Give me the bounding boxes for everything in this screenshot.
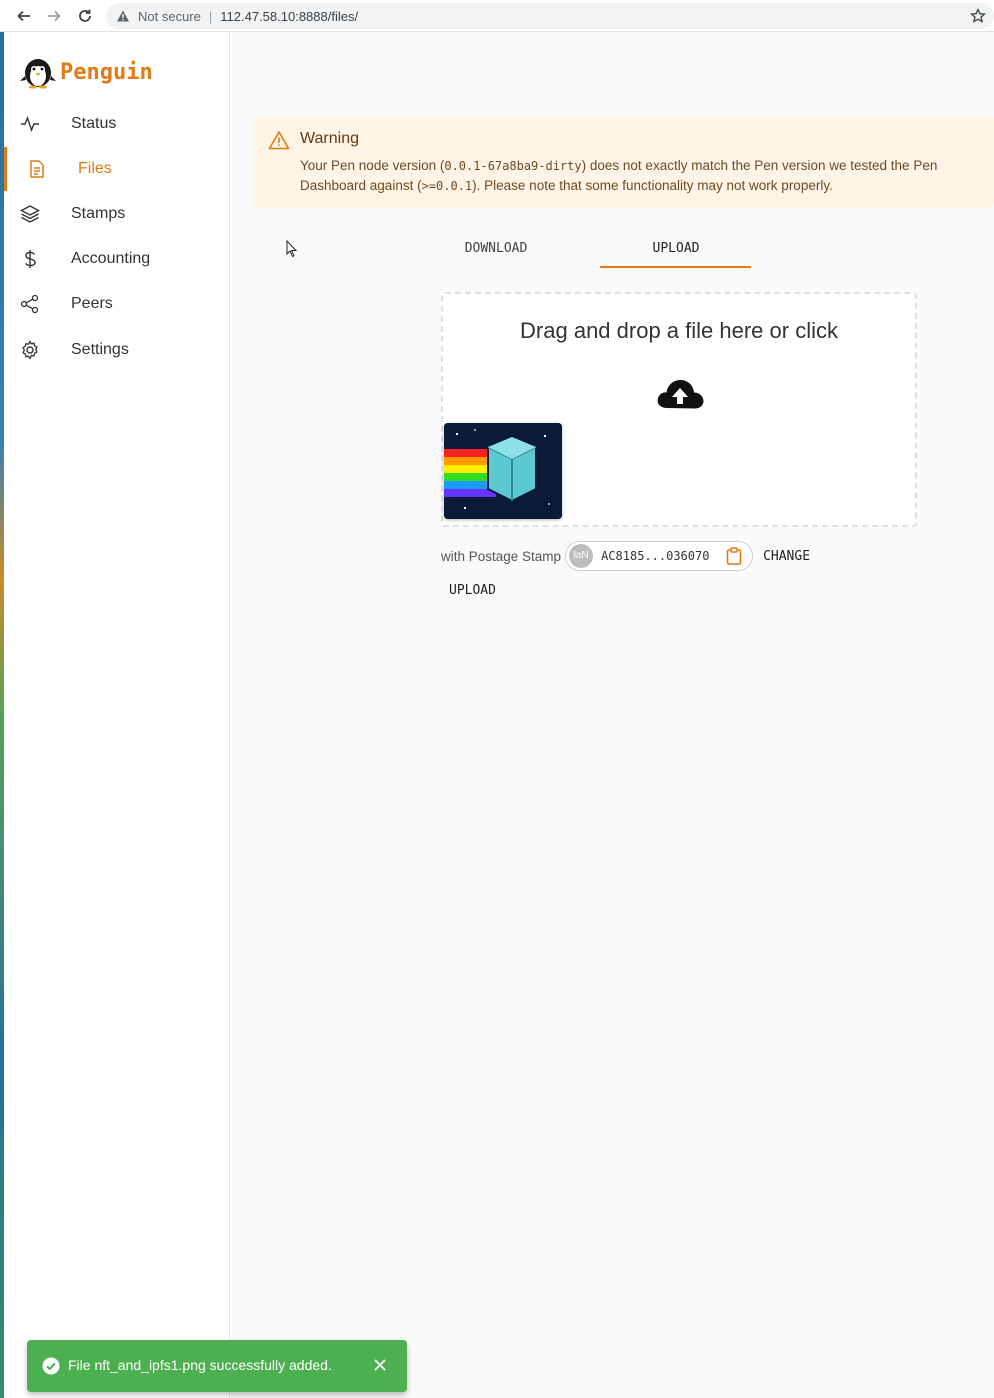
success-snackbar: File nft_and_ipfs1.png successfully adde… bbox=[27, 1340, 407, 1392]
sidebar-item-label: Settings bbox=[71, 341, 129, 358]
arrow-right-icon bbox=[48, 10, 61, 22]
layers-icon bbox=[20, 205, 40, 223]
back-button[interactable] bbox=[9, 1, 39, 31]
stamp-id: AC8185...036070 bbox=[601, 549, 710, 563]
file-icon bbox=[30, 160, 44, 178]
active-tab-indicator bbox=[600, 266, 751, 268]
reload-button[interactable] bbox=[70, 1, 100, 31]
sidebar-item-label: Accounting bbox=[71, 250, 151, 267]
not-secure-warning-icon[interactable] bbox=[116, 9, 130, 23]
gear-icon bbox=[22, 340, 38, 360]
file-dropzone[interactable]: Drag and drop a file here or click bbox=[441, 292, 917, 527]
brand-logo[interactable]: Penguin bbox=[18, 54, 153, 90]
sidebar-item-peers[interactable]: Peers bbox=[4, 282, 230, 326]
tab-upload[interactable]: UPLOAD bbox=[601, 228, 751, 268]
postage-stamp-chip[interactable]: laN AC8185...036070 bbox=[565, 541, 754, 571]
file-preview-thumbnail bbox=[444, 423, 562, 519]
dropzone-text: Drag and drop a file here or click bbox=[520, 318, 838, 343]
sidebar-item-status[interactable]: Status bbox=[4, 102, 230, 146]
warning-message: Your Pen node version (0.0.1-67a8ba9-dir… bbox=[300, 156, 992, 196]
snackbar-message: File nft_and_ipfs1.png successfully adde… bbox=[68, 1357, 332, 1373]
brand-name: Penguin bbox=[60, 59, 153, 85]
upload-button[interactable]: UPLOAD bbox=[449, 583, 496, 598]
sidebar-item-settings[interactable]: Settings bbox=[4, 328, 230, 372]
activity-icon bbox=[21, 116, 39, 132]
sidebar-item-label: Status bbox=[71, 115, 117, 132]
address-bar[interactable]: Not secure | 112.47.58.10:8888/files/ bbox=[106, 3, 994, 29]
address-separator: | bbox=[208, 8, 213, 24]
stamp-avatar: laN bbox=[569, 544, 594, 568]
cloud-upload-icon bbox=[657, 380, 704, 409]
penguin-icon bbox=[20, 59, 56, 89]
sidebar: Penguin Status Files Stamps Accounting P… bbox=[4, 32, 230, 1398]
tested-version: >=0.0.1 bbox=[421, 179, 473, 193]
check-circle-icon bbox=[42, 1357, 60, 1375]
browser-toolbar: Not secure | 112.47.58.10:8888/files/ bbox=[0, 0, 994, 32]
sidebar-item-label: Stamps bbox=[71, 205, 126, 222]
nft-image-preview bbox=[444, 423, 562, 519]
sidebar-item-stamps[interactable]: Stamps bbox=[4, 192, 230, 236]
url-text: 112.47.58.10:8888/files/ bbox=[220, 8, 359, 24]
reload-icon bbox=[79, 9, 91, 22]
warning-text: Your Pen node version ( bbox=[300, 158, 445, 173]
dollar-icon bbox=[25, 250, 36, 268]
node-version: 0.0.1-67a8ba9-dirty bbox=[444, 159, 582, 173]
warning-icon bbox=[268, 131, 290, 150]
tab-download[interactable]: DOWNLOAD bbox=[421, 228, 571, 268]
postage-stamp-label: with Postage Stamp bbox=[441, 548, 562, 564]
change-stamp-button[interactable]: CHANGE bbox=[761, 545, 812, 568]
forward-button[interactable] bbox=[39, 1, 69, 31]
warning-text: ). Please note that some functionality m… bbox=[472, 178, 833, 193]
bookmark-star-icon[interactable] bbox=[970, 8, 986, 24]
sidebar-item-label: Peers bbox=[71, 295, 113, 312]
warning-title: Warning bbox=[300, 130, 359, 147]
file-tabs: DOWNLOAD UPLOAD bbox=[421, 228, 751, 270]
version-warning-alert: Warning Your Pen node version (0.0.1-67a… bbox=[253, 116, 994, 208]
sidebar-item-files[interactable]: Files bbox=[4, 147, 230, 191]
clipboard-icon[interactable] bbox=[726, 547, 742, 565]
share-icon bbox=[20, 294, 39, 314]
mouse-cursor-icon bbox=[286, 240, 298, 258]
close-icon[interactable] bbox=[373, 1358, 387, 1372]
security-label: Not secure bbox=[138, 8, 201, 24]
sidebar-item-accounting[interactable]: Accounting bbox=[4, 237, 230, 281]
main-content: Warning Your Pen node version (0.0.1-67a… bbox=[231, 32, 994, 1398]
sidebar-item-label: Files bbox=[78, 160, 112, 177]
postage-stamp-row: with Postage Stamp laN AC8185...036070 C… bbox=[441, 540, 812, 572]
arrow-left-icon bbox=[17, 10, 30, 22]
